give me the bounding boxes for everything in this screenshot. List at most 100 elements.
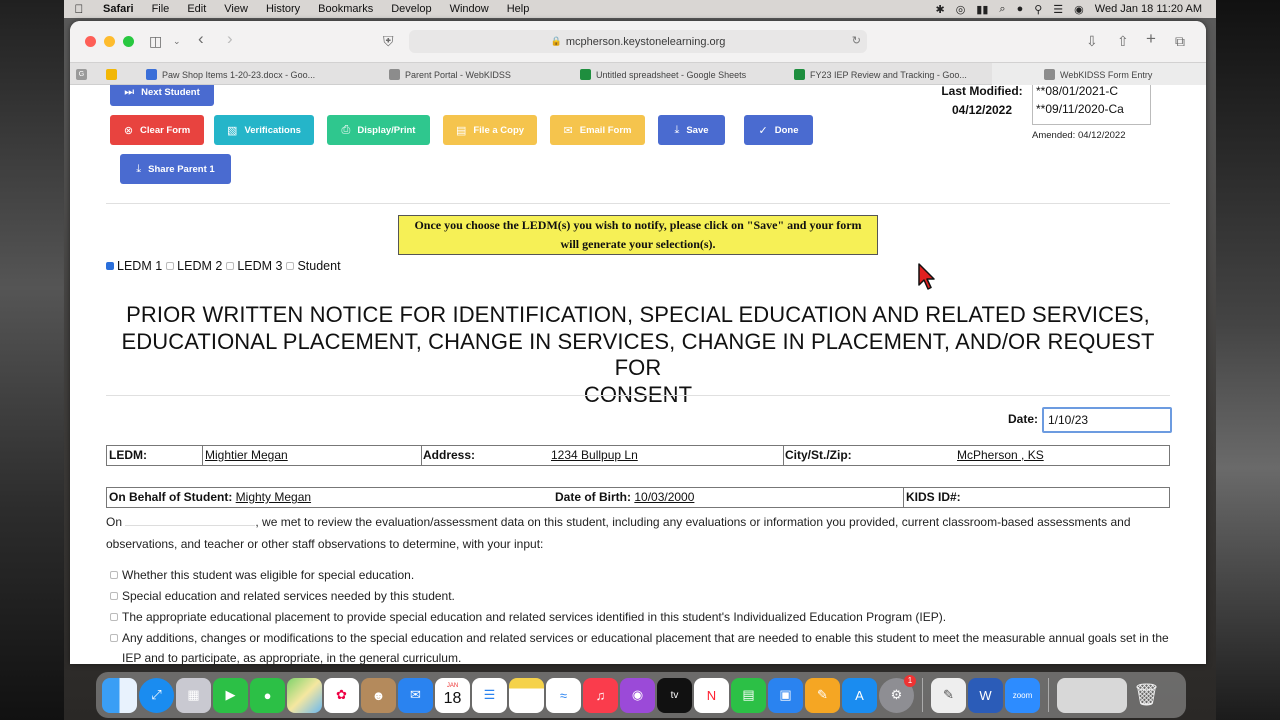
tab-overview-icon[interactable]: ⧉ — [1175, 33, 1185, 50]
file-copy-button[interactable]: ▤ File a Copy — [443, 115, 537, 145]
user-icon[interactable]: ● — [1017, 3, 1024, 15]
sidebar-icon[interactable]: ◫ — [149, 33, 162, 50]
menu-window[interactable]: Window — [441, 3, 498, 15]
menu-develop[interactable]: Develop — [382, 3, 440, 15]
option-checkbox[interactable] — [110, 592, 118, 600]
pinned-tab-classroom[interactable] — [106, 63, 122, 86]
menu-edit[interactable]: Edit — [178, 3, 215, 15]
numbers-icon[interactable]: ▤ — [731, 677, 766, 713]
city-value[interactable]: McPherson , KS — [955, 446, 1044, 465]
tab-fy23-iep[interactable]: FY23 IEP Review and Tracking - Goo... — [794, 63, 990, 86]
share-parent-button[interactable]: ⤓ Share Parent 1 — [120, 154, 231, 184]
minimized-window-icon[interactable] — [1057, 677, 1127, 713]
minimize-window-button[interactable] — [104, 36, 115, 47]
back-icon[interactable]: ‹ — [198, 29, 204, 49]
done-button[interactable]: ✓ Done — [744, 115, 813, 145]
chevron-down-icon[interactable]: ⌄ — [173, 36, 181, 47]
next-student-button[interactable]: ⏭ Next Student — [110, 85, 214, 106]
student-option[interactable]: Student — [286, 259, 341, 273]
menu-file[interactable]: File — [143, 3, 179, 15]
control-center-icon[interactable]: ☰ — [1053, 3, 1063, 16]
behalf-value[interactable]: Mighty Megan — [236, 490, 311, 504]
word-icon[interactable]: W — [968, 677, 1003, 713]
option-placement[interactable]: The appropriate educational placement to… — [110, 607, 1170, 627]
finder-icon[interactable] — [102, 677, 137, 713]
tab-parent-portal[interactable]: Parent Portal - WebKIDSS — [389, 63, 569, 86]
spotlight-search-icon[interactable]: ⚲ — [1034, 3, 1042, 16]
menu-bookmarks[interactable]: Bookmarks — [309, 3, 382, 15]
pinned-tab-google[interactable]: G — [76, 63, 92, 86]
history-listbox[interactable]: **08/01/2021-C **09/11/2020-Ca — [1032, 85, 1151, 125]
menu-help[interactable]: Help — [498, 3, 539, 15]
preview-icon[interactable]: ✎ — [931, 677, 966, 713]
menu-view[interactable]: View — [215, 3, 257, 15]
mail-icon[interactable]: ✉ — [398, 677, 433, 713]
tab-paw-shop[interactable]: Paw Shop Items 1-20-23.docx - Goo... — [146, 63, 386, 86]
option-modifications[interactable]: Any additions, changes or modifications … — [110, 628, 1170, 664]
meeting-date-field[interactable] — [125, 514, 256, 526]
news-icon[interactable]: N — [694, 677, 729, 713]
reload-icon[interactable]: ↻ — [852, 34, 861, 47]
ledm2-option[interactable]: LEDM 2 — [166, 259, 222, 273]
pages-icon[interactable]: ✎ — [805, 677, 840, 713]
menu-history[interactable]: History — [257, 3, 309, 15]
address-bar[interactable]: 🔒 mcpherson.keystonelearning.org ↻ — [409, 30, 867, 53]
ledm1-option[interactable]: LEDM 1 — [106, 259, 162, 273]
siri-icon[interactable]: ◉ — [1074, 3, 1084, 16]
new-tab-icon[interactable]: + — [1146, 29, 1156, 49]
ledm-value[interactable]: Mightier Megan — [203, 446, 288, 465]
share-icon[interactable]: ⇧ — [1117, 33, 1129, 50]
clear-form-button[interactable]: ⊗ Clear Form — [110, 115, 204, 145]
ledm1-checkbox[interactable] — [106, 262, 114, 270]
option-services[interactable]: Special education and related services n… — [110, 586, 1170, 606]
contacts-icon[interactable]: ☻ — [361, 677, 396, 713]
podcasts-icon[interactable]: ◉ — [620, 677, 655, 713]
ledm2-checkbox[interactable] — [166, 262, 175, 270]
maps-icon[interactable] — [287, 677, 322, 713]
history-entry[interactable]: **09/11/2020-Ca — [1036, 100, 1150, 118]
email-form-button[interactable]: ✉ Email Form — [550, 115, 645, 145]
launchpad-icon[interactable]: ▦ — [176, 677, 211, 713]
notes-icon[interactable] — [509, 677, 544, 713]
keynote-icon[interactable]: ▣ — [768, 677, 803, 713]
tab-untitled-spreadsheet[interactable]: Untitled spreadsheet - Google Sheets — [580, 63, 790, 86]
settings-icon[interactable]: ⚙ 1 — [879, 674, 916, 713]
dob-value[interactable]: 10/03/2000 — [634, 490, 694, 504]
music-icon[interactable]: ♫ — [583, 677, 618, 713]
appstore-icon[interactable]: A — [842, 677, 877, 713]
reminders-icon[interactable]: ☰ — [472, 677, 507, 713]
freeform-icon[interactable]: ≈ — [546, 677, 581, 713]
airplay-icon[interactable]: ◎ — [956, 3, 966, 16]
zoom-icon[interactable]: zoom — [1005, 677, 1040, 713]
save-button[interactable]: ⤓ Save — [658, 115, 725, 145]
tab-webkidss-form-entry[interactable]: WebKIDSS Form Entry — [992, 63, 1206, 86]
option-checkbox[interactable] — [110, 571, 118, 579]
ledm3-checkbox[interactable] — [226, 262, 235, 270]
trash-icon[interactable]: 🗑 — [1129, 678, 1164, 713]
menu-app-name[interactable]: Safari — [94, 3, 143, 15]
close-window-button[interactable] — [85, 36, 96, 47]
photos-icon[interactable]: ✿ — [324, 677, 359, 713]
messages-icon[interactable]: ● — [250, 677, 285, 713]
wifi-icon[interactable]: ⌕ — [999, 3, 1005, 16]
student-checkbox[interactable] — [286, 262, 295, 270]
battery-icon[interactable]: ▮▮ — [976, 3, 988, 16]
appletv-icon[interactable]: tv — [657, 677, 692, 713]
address-value[interactable]: 1234 Bullpup Ln — [549, 446, 638, 465]
option-checkbox[interactable] — [110, 613, 118, 621]
ledm3-option[interactable]: LEDM 3 — [226, 259, 282, 273]
zoom-window-button[interactable] — [123, 36, 134, 47]
option-eligibility[interactable]: Whether this student was eligible for sp… — [110, 565, 1170, 585]
menu-clock[interactable]: Wed Jan 18 11:20 AM — [1095, 3, 1202, 15]
calendar-icon[interactable]: JAN 18 — [435, 677, 470, 713]
safari-icon[interactable]: ⤢ — [139, 677, 174, 713]
option-checkbox[interactable] — [110, 634, 118, 642]
verifications-button[interactable]: ▧ Verifications — [214, 115, 314, 145]
bluetooth-icon[interactable]: ✱ — [935, 3, 944, 16]
display-print-button[interactable]: ⎙ Display/Print — [327, 115, 430, 145]
privacy-shield-icon[interactable]: ⛨ — [383, 33, 394, 50]
history-entry[interactable]: **08/01/2021-C — [1036, 85, 1150, 100]
date-input[interactable]: 1/10/23 — [1042, 407, 1172, 433]
facetime-icon[interactable]: ▶ — [213, 677, 248, 713]
forward-icon[interactable]: › — [227, 29, 233, 49]
